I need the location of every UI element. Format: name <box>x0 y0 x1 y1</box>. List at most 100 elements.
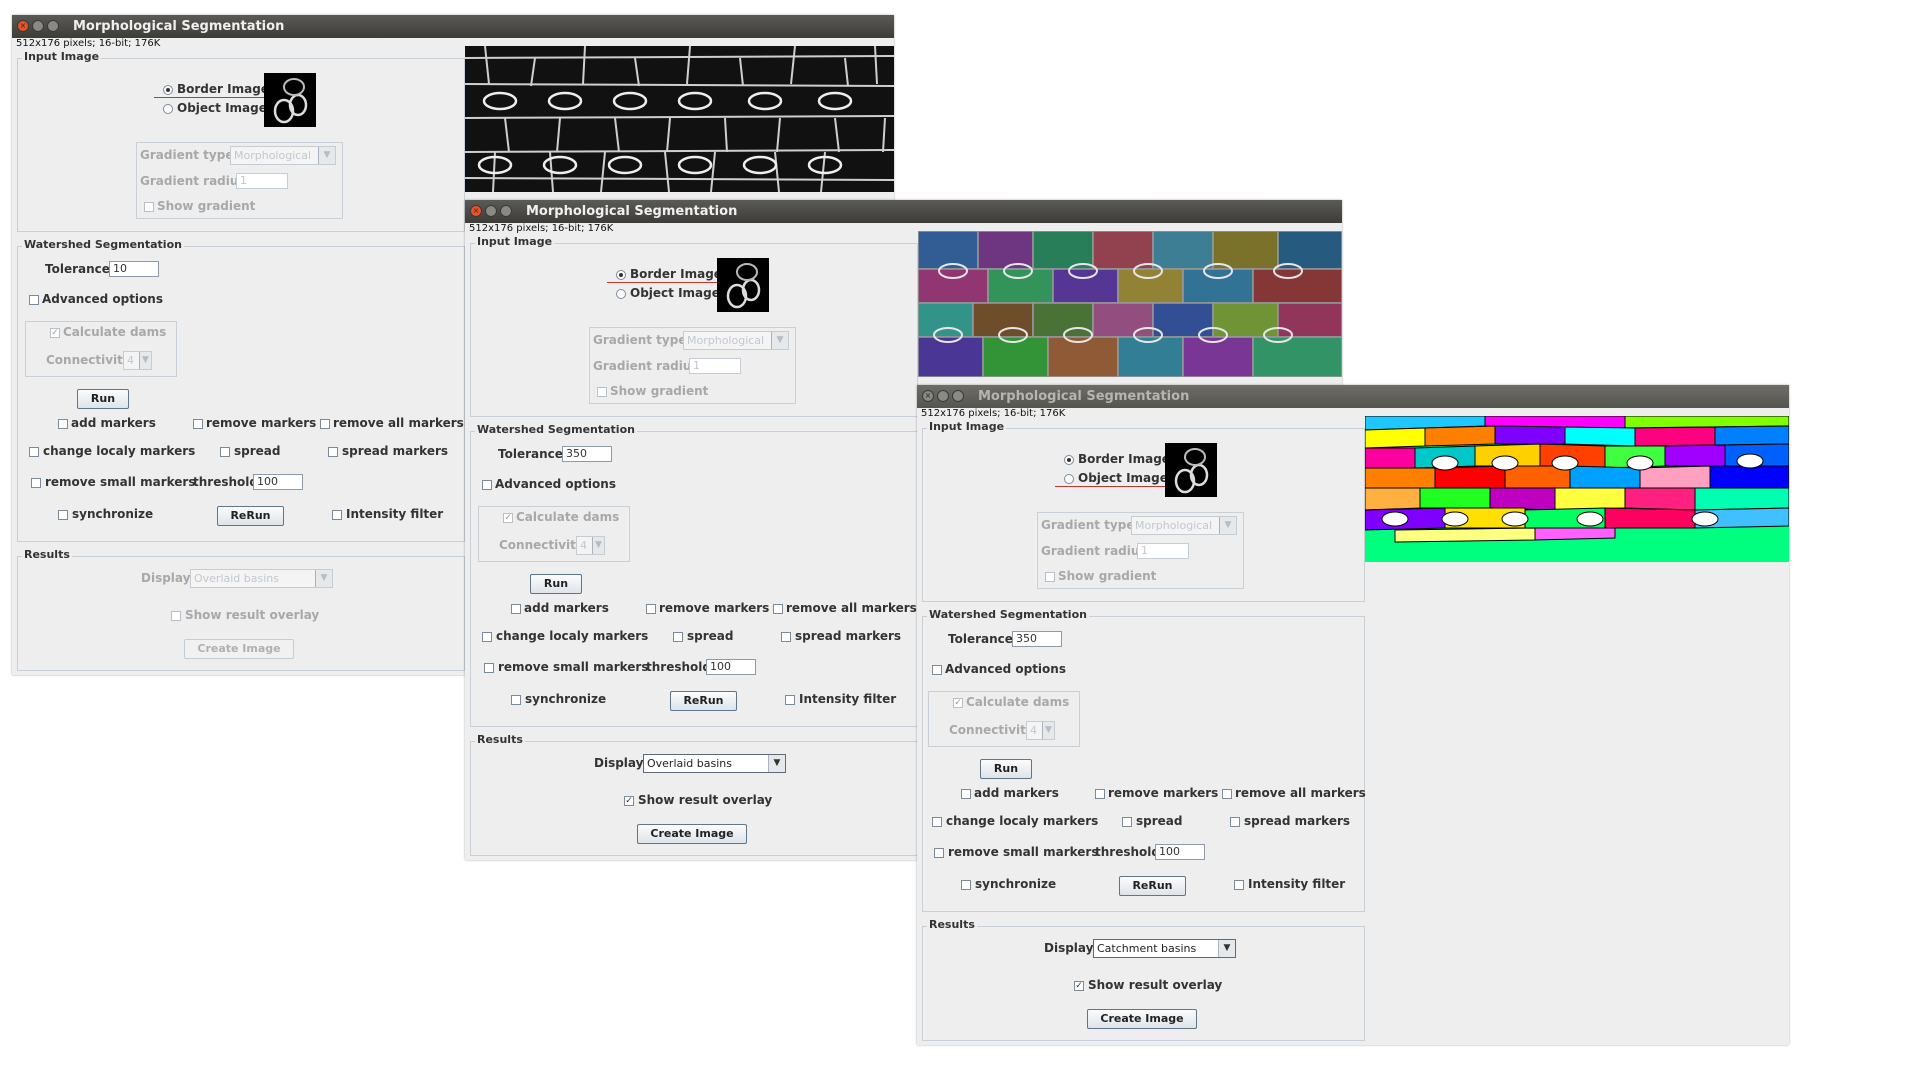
show-result-overlay-checkbox[interactable] <box>171 611 181 621</box>
segmentation-window-3: × Morphological Segmentation 512x176 pix… <box>917 385 1789 1045</box>
close-icon[interactable]: × <box>470 205 482 217</box>
minimize-icon[interactable] <box>32 20 44 32</box>
change-markers-label: change localy markers <box>43 444 196 458</box>
remove-small-markers-checkbox[interactable] <box>934 848 944 858</box>
gradient-radius-input[interactable]: 1 <box>1137 543 1189 559</box>
cell-preview-icon <box>264 73 316 127</box>
calculate-dams-checkbox[interactable]: ✓ <box>953 698 963 708</box>
change-markers-checkbox[interactable] <box>482 632 492 642</box>
border-image-radio[interactable] <box>163 85 173 95</box>
close-icon[interactable]: × <box>922 390 934 402</box>
spread-markers-label: spread markers <box>342 444 449 458</box>
catchment-basins-image[interactable] <box>1365 416 1789 562</box>
object-image-radio[interactable] <box>1064 474 1074 484</box>
overlaid-basins-image[interactable] <box>918 231 1342 377</box>
close-icon[interactable]: × <box>17 20 29 32</box>
remove-all-markers-checkbox[interactable] <box>320 419 330 429</box>
object-image-radio[interactable] <box>163 104 173 114</box>
cell-borders-image[interactable] <box>465 46 894 192</box>
add-markers-checkbox[interactable] <box>58 419 68 429</box>
threshold-input[interactable]: 100 <box>253 474 303 490</box>
synchronize-label: synchronize <box>975 877 1057 891</box>
run-button[interactable]: Run <box>530 574 582 594</box>
spread-markers-checkbox[interactable] <box>328 447 338 457</box>
intensity-filter-checkbox[interactable] <box>1234 880 1244 890</box>
intensity-filter-checkbox[interactable] <box>785 695 795 705</box>
synchronize-checkbox[interactable] <box>58 510 68 520</box>
border-image-radio[interactable] <box>616 270 626 280</box>
change-markers-label: change localy markers <box>946 814 1099 828</box>
maximize-icon[interactable] <box>47 20 59 32</box>
remove-all-markers-checkbox[interactable] <box>773 604 783 614</box>
threshold-input[interactable]: 100 <box>1155 844 1205 860</box>
show-result-overlay-checkbox[interactable]: ✓ <box>624 796 634 806</box>
intensity-filter-label: Intensity filter <box>799 692 897 706</box>
remove-markers-checkbox[interactable] <box>646 604 656 614</box>
gradient-type-label: Gradient type <box>1041 518 1135 532</box>
title-bar[interactable]: × Morphological Segmentation <box>465 200 1342 223</box>
title-bar[interactable]: × Morphological Segmentation <box>12 15 894 38</box>
spread-checkbox[interactable] <box>673 632 683 642</box>
rerun-button[interactable]: ReRun <box>217 506 284 526</box>
show-gradient-checkbox[interactable] <box>144 202 154 212</box>
show-result-overlay-checkbox[interactable]: ✓ <box>1074 981 1084 991</box>
remove-all-markers-checkbox[interactable] <box>1222 789 1232 799</box>
tolerance-input[interactable]: 350 <box>1012 631 1062 647</box>
object-image-radio[interactable] <box>616 289 626 299</box>
minimize-icon[interactable] <box>937 390 949 402</box>
connectivity-select[interactable]: 4 ▼ <box>123 351 152 370</box>
add-markers-checkbox[interactable] <box>511 604 521 614</box>
create-image-button[interactable]: Create Image <box>1087 1009 1197 1029</box>
border-image-radio[interactable] <box>1064 455 1074 465</box>
calculate-dams-checkbox[interactable]: ✓ <box>503 513 513 523</box>
display-select[interactable]: Catchment basins ▼ <box>1093 939 1236 958</box>
spread-checkbox[interactable] <box>1122 817 1132 827</box>
display-label: Display <box>594 756 644 770</box>
maximize-icon[interactable] <box>952 390 964 402</box>
spread-checkbox[interactable] <box>220 447 230 457</box>
minimize-icon[interactable] <box>485 205 497 217</box>
add-markers-checkbox[interactable] <box>961 789 971 799</box>
advanced-options-checkbox[interactable] <box>482 480 492 490</box>
rerun-button[interactable]: ReRun <box>1119 876 1186 896</box>
border-image-label: Border Image <box>1078 452 1170 466</box>
synchronize-checkbox[interactable] <box>961 880 971 890</box>
run-button[interactable]: Run <box>980 759 1032 779</box>
gradient-type-select[interactable]: Morphological ▼ <box>1131 516 1237 535</box>
change-markers-checkbox[interactable] <box>29 447 39 457</box>
spread-markers-checkbox[interactable] <box>1230 817 1240 827</box>
remove-markers-checkbox[interactable] <box>193 419 203 429</box>
show-gradient-checkbox[interactable] <box>597 387 607 397</box>
create-image-button[interactable]: Create Image <box>184 639 294 659</box>
rerun-button[interactable]: ReRun <box>670 691 737 711</box>
show-gradient-checkbox[interactable] <box>1045 572 1055 582</box>
advanced-options-checkbox[interactable] <box>29 295 39 305</box>
spread-label: spread <box>687 629 734 643</box>
calculate-dams-checkbox[interactable]: ✓ <box>50 328 60 338</box>
tolerance-input[interactable]: 10 <box>109 261 159 277</box>
remove-markers-label: remove markers <box>659 601 770 615</box>
spread-markers-checkbox[interactable] <box>781 632 791 642</box>
remove-small-markers-checkbox[interactable] <box>484 663 494 673</box>
intensity-filter-checkbox[interactable] <box>332 510 342 520</box>
advanced-options-checkbox[interactable] <box>932 665 942 675</box>
run-button[interactable]: Run <box>77 389 129 409</box>
display-select[interactable]: Overlaid basins ▼ <box>190 569 333 588</box>
display-select[interactable]: Overlaid basins ▼ <box>643 754 786 773</box>
create-image-button[interactable]: Create Image <box>637 824 747 844</box>
maximize-icon[interactable] <box>500 205 512 217</box>
threshold-input[interactable]: 100 <box>706 659 756 675</box>
gradient-radius-input[interactable]: 1 <box>236 173 288 189</box>
connectivity-select[interactable]: 4 ▼ <box>1026 721 1055 740</box>
connectivity-select[interactable]: 4 ▼ <box>576 536 605 555</box>
gradient-type-select[interactable]: Morphological ▼ <box>683 331 789 350</box>
remove-markers-checkbox[interactable] <box>1095 789 1105 799</box>
gradient-type-select[interactable]: Morphological ▼ <box>230 146 336 165</box>
gradient-radius-input[interactable]: 1 <box>689 358 741 374</box>
synchronize-checkbox[interactable] <box>511 695 521 705</box>
change-markers-checkbox[interactable] <box>932 817 942 827</box>
display-label: Display <box>141 571 191 585</box>
tolerance-input[interactable]: 350 <box>562 446 612 462</box>
remove-small-markers-checkbox[interactable] <box>31 478 41 488</box>
title-bar[interactable]: × Morphological Segmentation <box>917 385 1789 408</box>
